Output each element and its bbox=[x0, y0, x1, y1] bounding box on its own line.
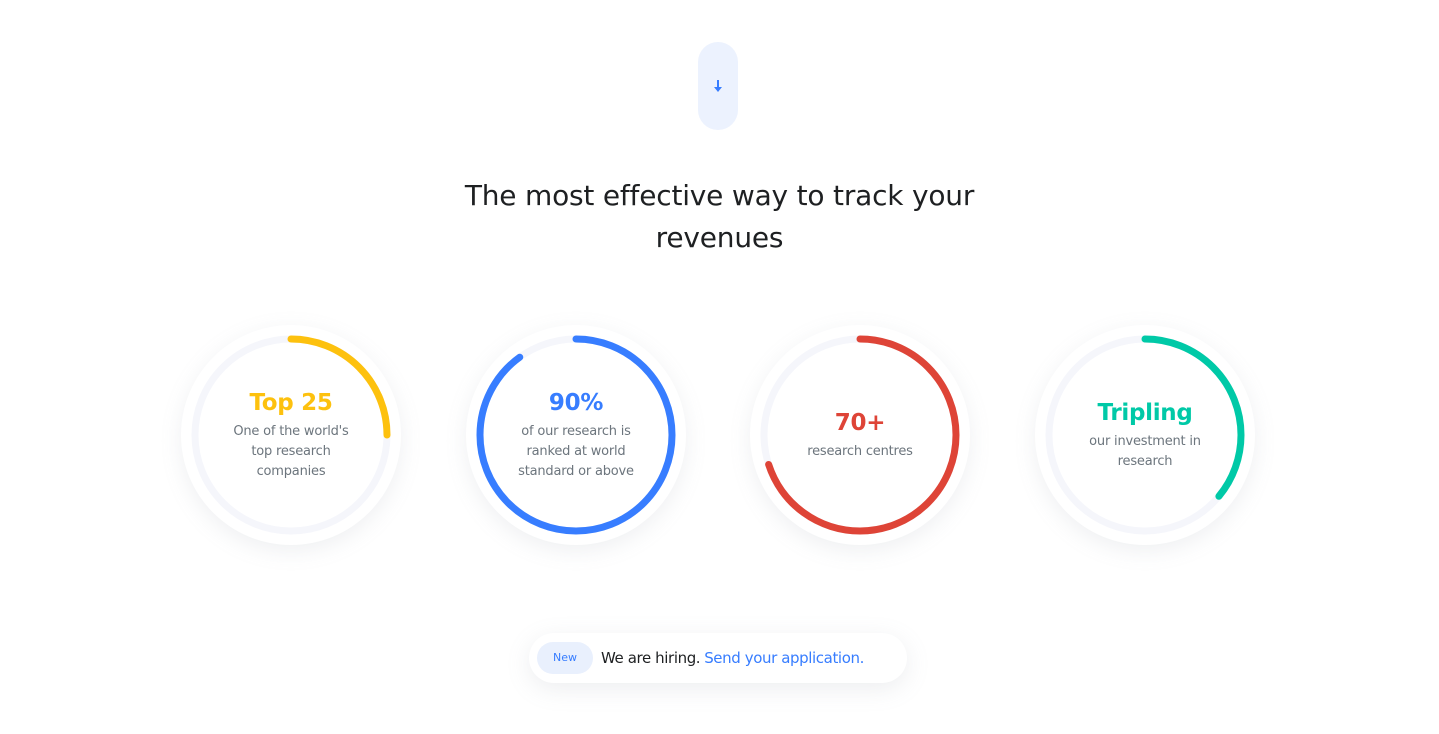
arrow-down-icon bbox=[714, 80, 722, 92]
scroll-down-button[interactable] bbox=[698, 42, 738, 130]
hiring-banner: New We are hiring. Send your application… bbox=[529, 633, 907, 683]
stat-circle-top25: Top 25 One of the world's top research c… bbox=[181, 325, 401, 545]
stat-description: our investment in research bbox=[1089, 434, 1201, 469]
stat-value: 70+ bbox=[834, 410, 886, 436]
stat-circle-tripling: Tripling our investment in research bbox=[1035, 325, 1255, 545]
stat-circle-70-plus: 70+ research centres bbox=[750, 325, 970, 545]
stat-description: of our research is ranked at world stand… bbox=[518, 424, 634, 479]
new-badge: New bbox=[537, 642, 593, 674]
stat-value: Top 25 bbox=[249, 390, 333, 416]
hiring-text: We are hiring. bbox=[601, 649, 701, 667]
send-application-link[interactable]: Send your application. bbox=[704, 649, 864, 667]
page: The most effective way to track your rev… bbox=[0, 0, 1439, 734]
section-title: The most effective way to track your rev… bbox=[464, 179, 975, 254]
stat-value: Tripling bbox=[1097, 400, 1193, 426]
stat-value: 90% bbox=[548, 390, 604, 416]
stat-circle-90-percent: 90% of our research is ranked at world s… bbox=[466, 325, 686, 545]
stat-description: One of the world's top research companie… bbox=[233, 424, 349, 479]
stat-description: research centres bbox=[807, 444, 913, 459]
